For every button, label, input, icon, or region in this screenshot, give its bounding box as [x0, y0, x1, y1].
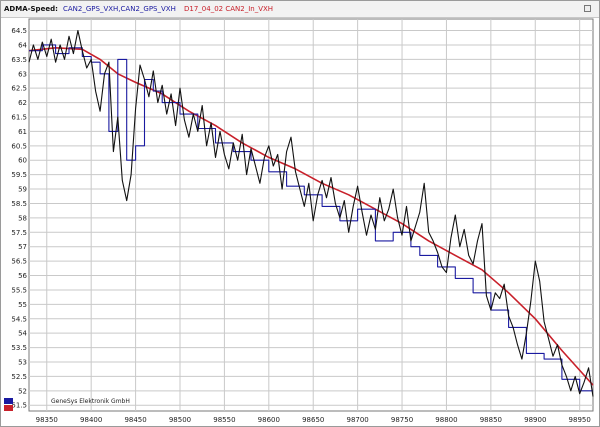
y-tick-label: 61.5 [11, 114, 27, 122]
x-tick-label: 98600 [258, 416, 280, 424]
y-tick-label: 61 [18, 128, 27, 136]
y-tick-label: 59.5 [11, 171, 27, 179]
x-tick-label: 98700 [346, 416, 368, 424]
y-tick-label: 59 [18, 186, 27, 194]
legend-swatch-gps [4, 398, 13, 404]
x-tick-label: 98950 [569, 416, 591, 424]
y-tick-label: 57 [18, 243, 27, 251]
x-tick-label: 98900 [524, 416, 546, 424]
y-tick-label: 52 [18, 387, 27, 395]
y-tick-label: 54 [18, 330, 27, 338]
x-tick-label: 98650 [302, 416, 324, 424]
y-tick-label: 63.5 [11, 56, 27, 64]
x-tick-label: 98400 [80, 416, 102, 424]
speed-chart: 51.5 52 52.5 53 53.5 54 54.5 55 55.5 56 56.5 57 57.5… [4, 18, 594, 424]
y-tick-label: 53.5 [11, 344, 27, 352]
y-tick-label: 62.5 [11, 85, 27, 93]
x-tick-label: 98550 [213, 416, 235, 424]
y-tick-label: 57.5 [11, 229, 27, 237]
x-tick-label: 98800 [435, 416, 457, 424]
y-tick-label: 60 [18, 157, 27, 165]
y-tick-label: 55.5 [11, 286, 27, 294]
y-tick-label: 56.5 [11, 258, 27, 266]
legend-swatch-can [4, 405, 13, 411]
y-tick-label: 60.5 [11, 142, 27, 150]
y-tick-label: 64 [18, 41, 27, 49]
y-tick-label: 55 [18, 301, 27, 309]
x-tick-label: 98850 [480, 416, 502, 424]
x-tick-label: 98350 [36, 416, 58, 424]
y-tick-label: 51.5 [11, 402, 27, 410]
plot-area[interactable] [28, 18, 594, 412]
x-tick-label: 98450 [124, 416, 146, 424]
y-tick-label: 54.5 [11, 315, 27, 323]
y-axis: 51.5 52 52.5 53 53.5 54 54.5 55 55.5 56 56.5 57 57.5… [11, 27, 27, 410]
y-tick-label: 63 [18, 70, 27, 78]
y-tick-label: 62 [18, 99, 27, 107]
x-tick-label: 98750 [391, 416, 413, 424]
y-tick-label: 64.5 [11, 27, 27, 35]
y-tick-label: 52.5 [11, 373, 27, 381]
x-tick-label: 98500 [169, 416, 191, 424]
chart-window: ADMA-Speed: CAN2_GPS_VXH,CAN2_GPS_VXH D1… [0, 0, 600, 427]
x-axis: 98350 98400 98450 98500 98550 98600 98650 98700… [36, 416, 591, 424]
copyright-text: GeneSys Elektronik GmbH [51, 398, 130, 405]
y-tick-label: 58 [18, 214, 27, 222]
y-tick-label: 56 [18, 272, 27, 280]
y-tick-label: 58.5 [11, 200, 27, 208]
y-tick-label: 53 [18, 359, 27, 367]
